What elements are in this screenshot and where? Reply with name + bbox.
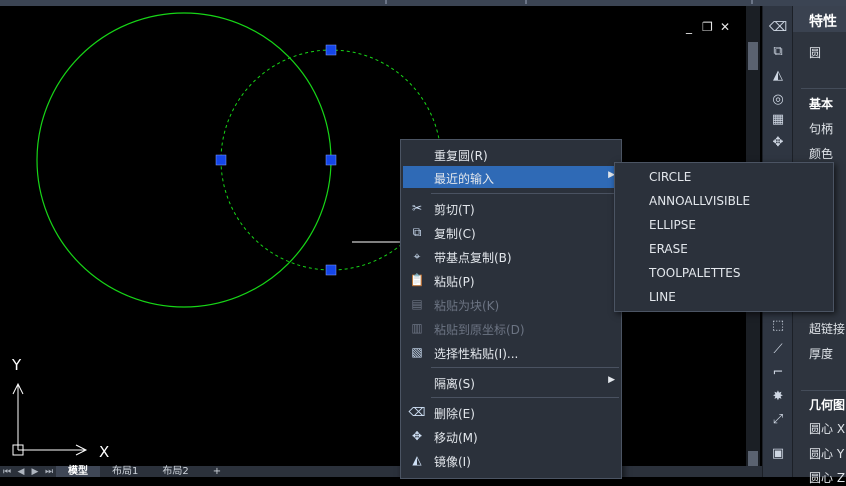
next-tab-icon[interactable]: ▶ — [28, 467, 42, 477]
tab-model[interactable]: 模型 — [56, 466, 100, 477]
recent-item-ellipse[interactable]: ELLIPSE — [649, 218, 696, 232]
paste-icon: 📋 — [409, 273, 425, 287]
prop-center-x[interactable]: 圆心 X — [809, 420, 845, 437]
menu-item-erase[interactable]: ⌫ 删除(E) — [403, 401, 619, 423]
first-tab-icon[interactable]: ⏮ — [0, 467, 14, 477]
menu-separator — [431, 367, 619, 368]
object-type[interactable]: 圆 — [809, 44, 821, 61]
paste-block-icon: ▤ — [411, 297, 423, 311]
menu-separator — [431, 193, 619, 194]
scissors-icon: ✂ — [411, 201, 423, 215]
menu-item-label: 粘贴到原坐标(D) — [434, 323, 525, 337]
menu-item-repeat-circle[interactable]: 重复圆(R) — [403, 143, 619, 165]
separator — [801, 88, 846, 89]
ucs-icon — [12, 382, 88, 456]
copy-tool-icon[interactable]: ⧉ — [769, 42, 787, 60]
menu-item-label: 剪切(T) — [434, 203, 475, 217]
recent-item-toolpalettes[interactable]: TOOLPALETTES — [649, 266, 741, 280]
eraser-icon: ⌫ — [408, 405, 426, 419]
ucs-y-label: Y — [12, 356, 22, 374]
recent-item-annoallvisible[interactable]: ANNOALLVISIBLE — [649, 194, 750, 208]
move-icon: ✥ — [411, 429, 423, 443]
menu-item-label: 复制(C) — [434, 227, 476, 241]
menu-item-move[interactable]: ✥ 移动(M) — [403, 425, 619, 447]
properties-title: 特性 — [809, 14, 837, 30]
erase-tool-icon[interactable]: ⌫ — [769, 18, 787, 36]
menu-item-label: 最近的输入 — [434, 172, 495, 186]
solid-circle[interactable] — [36, 12, 332, 308]
explode-tool-icon[interactable]: ✸ — [769, 387, 787, 405]
mirror-icon: ◭ — [412, 453, 422, 467]
menu-item-label: 镜像(I) — [434, 455, 471, 469]
menu-item-label: 选择性粘贴(I)... — [434, 347, 519, 361]
offset-tool-icon[interactable]: ◎ — [769, 90, 787, 108]
extend-tool-icon[interactable]: ⌐ — [769, 363, 787, 381]
prop-hyperlink[interactable]: 超链接 — [809, 320, 845, 337]
menu-item-mirror[interactable]: ◭ 镜像(I) — [403, 449, 619, 471]
properties-title-bar: 特性 — [793, 6, 846, 32]
recent-input-submenu: CIRCLE ANNOALLVISIBLE ELLIPSE ERASE TOOL… — [614, 162, 834, 312]
prop-thickness[interactable]: 厚度 — [809, 345, 833, 362]
prop-handle: 句柄 — [809, 122, 834, 136]
last-tab-icon[interactable]: ⏭ — [42, 467, 56, 477]
prev-tab-icon[interactable]: ◀ — [14, 467, 28, 477]
grip-top[interactable] — [325, 44, 337, 56]
separator — [801, 390, 846, 391]
recent-item-line[interactable]: LINE — [649, 290, 676, 304]
viewport-controls: _ ❐ ✕ — [684, 20, 730, 34]
menu-item-label: 粘贴(P) — [434, 275, 475, 289]
trim-tool-icon[interactable]: ⟋ — [769, 340, 787, 358]
layout-tabs: ⏮ ◀ ▶ ⏭ 模型 布局1 布局2 + — [0, 466, 762, 477]
menu-item-paste-to-original: ▥ 粘贴到原坐标(D) — [403, 317, 619, 339]
menu-item-label: 隔离(S) — [434, 377, 475, 391]
menu-item-isolate[interactable]: 隔离(S) ▶ — [403, 371, 619, 393]
close-button[interactable]: ✕ — [720, 20, 730, 34]
menu-item-recent-input[interactable]: 最近的输入 ▶ — [403, 166, 619, 188]
menu-item-copy[interactable]: ⧉ 复制(C) — [403, 221, 619, 243]
copy-basepoint-icon: ⌖ — [413, 248, 421, 263]
paste-special-icon: ▧ — [411, 345, 423, 359]
menu-item-paste-special[interactable]: ▧ 选择性粘贴(I)... — [403, 341, 619, 363]
grip-center[interactable] — [325, 154, 337, 166]
menu-item-label: 删除(E) — [434, 407, 475, 421]
tab-layout2[interactable]: 布局2 — [150, 466, 200, 477]
move-tool-icon[interactable]: ✥ — [769, 133, 787, 151]
scrollbar-thumb[interactable] — [748, 42, 758, 70]
restore-button[interactable]: ❐ — [702, 20, 713, 34]
menu-item-copy-with-basepoint[interactable]: ⌖ 带基点复制(B) — [403, 245, 619, 267]
menu-item-label: 移动(M) — [434, 431, 478, 445]
minimize-button[interactable]: _ — [684, 20, 694, 34]
prop-center-y[interactable]: 圆心 Y — [809, 445, 844, 462]
submenu-arrow-icon: ▶ — [608, 375, 615, 385]
recent-item-erase[interactable]: ERASE — [649, 242, 688, 256]
scale-tool-icon[interactable]: ⤢ — [769, 410, 787, 428]
paste-orig-icon: ▥ — [411, 321, 423, 335]
prop-center-z[interactable]: 圆心 Z — [809, 469, 845, 486]
menu-item-label: 重复圆(R) — [434, 149, 488, 163]
prop-color[interactable]: 颜色 — [809, 145, 833, 162]
section-basic[interactable]: 基本 — [809, 95, 833, 112]
menu-item-label: 粘贴为块(K) — [434, 299, 500, 313]
menu-item-cut[interactable]: ✂ 剪切(T) — [403, 197, 619, 219]
add-layout-button[interactable]: + — [201, 466, 233, 477]
copy-icon: ⧉ — [412, 224, 422, 239]
menu-item-label: 带基点复制(B) — [434, 251, 512, 265]
menu-separator — [431, 397, 619, 398]
stretch-tool-icon[interactable]: ⬚ — [769, 316, 787, 334]
array-tool-icon[interactable]: ▦ — [769, 110, 787, 128]
menu-item-paste[interactable]: 📋 粘贴(P) — [403, 269, 619, 291]
mirror-tool-icon[interactable]: ◭ — [769, 66, 787, 84]
ucs-x-label: X — [99, 443, 110, 461]
properties-tool-icon[interactable]: ▣ — [769, 444, 787, 462]
tab-layout1[interactable]: 布局1 — [100, 466, 150, 477]
recent-item-circle[interactable]: CIRCLE — [649, 170, 691, 184]
grip-left[interactable] — [215, 154, 227, 166]
menu-item-paste-as-block: ▤ 粘贴为块(K) — [403, 293, 619, 315]
section-geometry[interactable]: 几何图 — [809, 396, 845, 413]
grip-bottom[interactable] — [325, 264, 337, 276]
context-menu: 重复圆(R) 最近的输入 ▶ ✂ 剪切(T) ⧉ 复制(C) ⌖ 带基点复制(B… — [400, 139, 622, 479]
